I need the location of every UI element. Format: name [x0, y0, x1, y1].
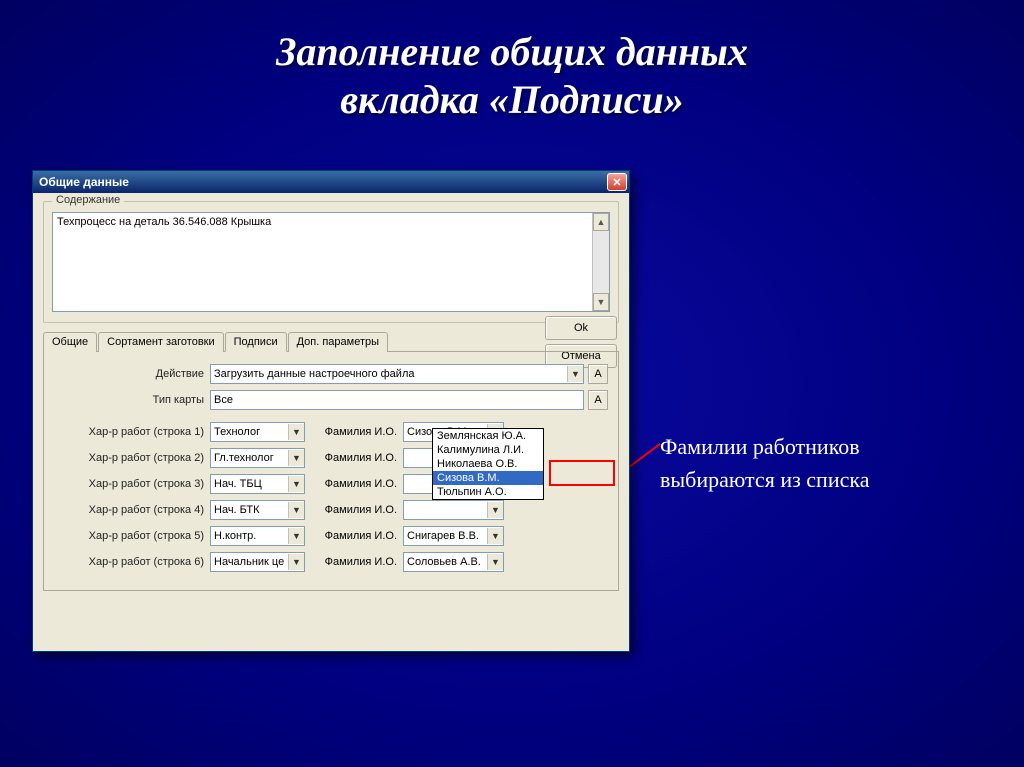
work-type-label: Хар-р работ (строка 3): [54, 478, 210, 490]
work-type-label: Хар-р работ (строка 6): [54, 556, 210, 568]
annotation-line2: выбираются из списка: [660, 463, 869, 496]
role-value: Начальник це: [214, 556, 284, 568]
content-groupbox: Содержание Техпроцесс на деталь 36.546.0…: [43, 201, 619, 323]
work-type-label: Хар-р работ (строка 2): [54, 452, 210, 464]
scroll-down-icon[interactable]: ▼: [593, 293, 609, 311]
dropdown-option[interactable]: Землянская Ю.А.: [433, 429, 543, 443]
work-type-label: Хар-р работ (строка 5): [54, 530, 210, 542]
role-value: Нач. БТК: [214, 504, 260, 516]
chevron-down-icon[interactable]: ▼: [487, 554, 503, 570]
name-label: Фамилия И.О.: [305, 452, 403, 464]
role-value: Гл.технолог: [214, 452, 274, 464]
name-label: Фамилия И.О.: [305, 530, 403, 542]
slide-title-line2: вкладка «Подписи»: [0, 76, 1024, 124]
role-value: Нач. ТБЦ: [214, 478, 262, 490]
name-value: Снигарев В.В.: [407, 530, 479, 542]
card-type-label: Тип карты: [54, 394, 210, 406]
name-label: Фамилия И.О.: [305, 426, 403, 438]
row-action: Действие Загрузить данные настроечного ф…: [54, 364, 608, 384]
work-type-label: Хар-р работ (строка 4): [54, 504, 210, 516]
chevron-down-icon[interactable]: ▼: [288, 554, 304, 570]
content-group-label: Содержание: [52, 194, 124, 206]
card-type-a-button[interactable]: А: [588, 390, 608, 410]
card-type-field[interactable]: Все: [210, 390, 584, 410]
role-value: Технолог: [214, 426, 260, 438]
tab-general[interactable]: Общие: [43, 332, 97, 352]
name-combo[interactable]: ▼: [403, 500, 504, 520]
chevron-down-icon[interactable]: ▼: [288, 528, 304, 544]
card-type-value: Все: [214, 394, 233, 406]
window-title: Общие данные: [39, 175, 607, 189]
dropdown-option[interactable]: Тюльпин А.О.: [433, 485, 543, 499]
name-label: Фамилия И.О.: [305, 556, 403, 568]
chevron-down-icon[interactable]: ▼: [288, 476, 304, 492]
role-combo[interactable]: Гл.технолог ▼: [210, 448, 305, 468]
row-card-type: Тип карты Все А: [54, 390, 608, 410]
dropdown-option[interactable]: Сизова В.М.: [433, 471, 543, 485]
action-value: Загрузить данные настроечного файла: [214, 368, 414, 380]
title-bar[interactable]: Общие данные ✕: [33, 171, 629, 193]
chevron-down-icon[interactable]: ▼: [487, 528, 503, 544]
tab-additional[interactable]: Доп. параметры: [288, 332, 388, 352]
signature-row: Хар-р работ (строка 5)Н.контр.▼Фамилия И…: [54, 526, 608, 546]
signature-row: Хар-р работ (строка 6)Начальник це▼Фамил…: [54, 552, 608, 572]
close-icon: ✕: [612, 176, 621, 189]
tab-panel-signatures: Действие Загрузить данные настроечного ф…: [43, 351, 619, 591]
content-text: Техпроцесс на деталь 36.546.088 Крышка: [57, 216, 271, 228]
scrollbar[interactable]: ▲ ▼: [592, 213, 609, 311]
chevron-down-icon[interactable]: ▼: [567, 366, 583, 382]
name-dropdown-list[interactable]: Землянская Ю.А.Калимулина Л.И.Николаева …: [432, 428, 544, 500]
signature-row: Хар-р работ (строка 4)Нач. БТК▼Фамилия И…: [54, 500, 608, 520]
dropdown-option[interactable]: Николаева О.В.: [433, 457, 543, 471]
tab-bar: Общие Сортамент заготовки Подписи Доп. п…: [43, 331, 619, 351]
dropdown-option[interactable]: Калимулина Л.И.: [433, 443, 543, 457]
chevron-down-icon[interactable]: ▼: [487, 502, 503, 518]
role-combo[interactable]: Н.контр. ▼: [210, 526, 305, 546]
role-combo[interactable]: Технолог ▼: [210, 422, 305, 442]
annotation-text: Фамилии работников выбираются из списка: [660, 430, 869, 496]
slide-title-line1: Заполнение общих данных: [0, 28, 1024, 76]
name-combo[interactable]: Снигарев В.В. ▼: [403, 526, 504, 546]
dialog-general-data: Общие данные ✕ Содержание Техпроцесс на …: [32, 170, 630, 652]
chevron-down-icon[interactable]: ▼: [288, 502, 304, 518]
role-value: Н.контр.: [214, 530, 256, 542]
content-textarea[interactable]: Техпроцесс на деталь 36.546.088 Крышка ▲…: [52, 212, 610, 312]
name-label: Фамилия И.О.: [305, 504, 403, 516]
chevron-down-icon[interactable]: ▼: [288, 424, 304, 440]
tab-signatures[interactable]: Подписи: [225, 332, 287, 352]
work-type-label: Хар-р работ (строка 1): [54, 426, 210, 438]
slide-title: Заполнение общих данных вкладка «Подписи…: [0, 0, 1024, 124]
role-combo[interactable]: Начальник це ▼: [210, 552, 305, 572]
tab-assortment[interactable]: Сортамент заготовки: [98, 332, 223, 352]
role-combo[interactable]: Нач. ТБЦ ▼: [210, 474, 305, 494]
scroll-up-icon[interactable]: ▲: [593, 213, 609, 231]
name-value: Соловьев А.В.: [407, 556, 481, 568]
name-label: Фамилия И.О.: [305, 478, 403, 490]
action-label: Действие: [54, 368, 210, 380]
action-a-button[interactable]: А: [588, 364, 608, 384]
name-combo[interactable]: Соловьев А.В. ▼: [403, 552, 504, 572]
close-button[interactable]: ✕: [607, 173, 627, 191]
role-combo[interactable]: Нач. БТК ▼: [210, 500, 305, 520]
chevron-down-icon[interactable]: ▼: [288, 450, 304, 466]
annotation-line1: Фамилии работников: [660, 430, 869, 463]
action-combo[interactable]: Загрузить данные настроечного файла ▼: [210, 364, 584, 384]
